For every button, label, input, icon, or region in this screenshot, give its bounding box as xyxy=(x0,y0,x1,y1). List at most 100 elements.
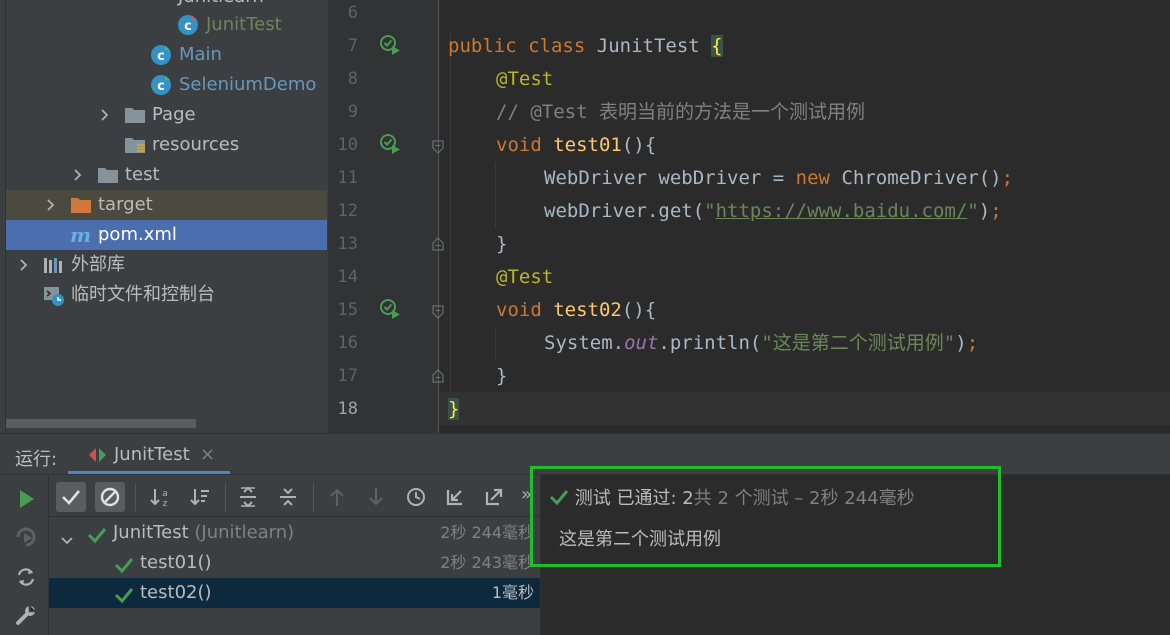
test-result-status: 测试 已通过: 2共 2 个测试 – 2秒 244毫秒 xyxy=(549,484,915,516)
toggle-auto-test-icon[interactable] xyxy=(14,565,38,589)
run-test-icon[interactable] xyxy=(379,298,401,320)
tree-item-target[interactable]: target xyxy=(6,190,327,220)
line-number: 11 xyxy=(337,168,358,188)
sort-alphabetically-icon[interactable]: az xyxy=(145,482,175,512)
tree-item-label: Main xyxy=(179,44,222,65)
test-row-test01[interactable]: test01() 2秒 243毫秒 xyxy=(49,548,540,578)
test-duration: 2秒 243毫秒 xyxy=(440,553,534,572)
rerun-failed-icon[interactable] xyxy=(14,525,38,549)
tree-item-label: Page xyxy=(152,104,196,125)
tree-item-external-libraries[interactable]: 外部库 xyxy=(6,250,327,280)
svg-text:c: c xyxy=(157,49,165,64)
test-duration: 1毫秒 xyxy=(491,583,534,602)
show-ignored-button[interactable] xyxy=(95,482,125,512)
show-passed-button[interactable] xyxy=(56,482,86,512)
expand-all-icon[interactable] xyxy=(233,482,263,512)
excluded-folder-icon xyxy=(70,195,91,215)
test-history-icon[interactable] xyxy=(401,482,431,512)
maven-icon: m xyxy=(70,223,92,247)
folder-icon xyxy=(124,105,145,125)
tree-item-pom-xml[interactable]: m pom.xml xyxy=(6,220,327,250)
run-side-toolbar xyxy=(0,475,49,635)
test-results-tree: JunitTest (Junitlearn) 2秒 244毫秒 test01()… xyxy=(49,518,540,635)
test-name: test02() xyxy=(140,582,212,603)
toolbar-separator xyxy=(225,483,226,511)
tree-item-label: 临时文件和控制台 xyxy=(71,284,215,305)
chevron-right-icon[interactable] xyxy=(18,259,30,271)
toolbar-separator xyxy=(135,483,136,511)
line-number: 12 xyxy=(337,201,358,221)
run-test-icon[interactable] xyxy=(379,133,401,155)
tree-item-label: 外部库 xyxy=(71,254,125,275)
run-config-icon xyxy=(88,447,108,467)
code-line-9: // @Test 表明当前的方法是一个测试用例 xyxy=(496,101,865,123)
arrow-down-icon[interactable] xyxy=(361,482,391,512)
chevron-right-icon[interactable] xyxy=(99,109,111,121)
export-tests-icon[interactable] xyxy=(479,482,509,512)
line-number: 7 xyxy=(347,36,358,56)
scratches-icon xyxy=(43,285,64,306)
fold-marker-icon[interactable] xyxy=(432,139,444,154)
line-number-current: 18 xyxy=(337,399,358,419)
rerun-icon[interactable] xyxy=(14,487,38,511)
line-number: 13 xyxy=(337,234,358,254)
fold-marker-icon[interactable] xyxy=(432,236,444,251)
fold-marker-icon[interactable] xyxy=(432,368,444,383)
chevron-right-icon[interactable] xyxy=(72,169,84,181)
test-row-suite[interactable]: JunitTest (Junitlearn) 2秒 244毫秒 xyxy=(49,518,540,548)
run-tab-junittest[interactable]: JunitTest × xyxy=(68,434,230,474)
more-toolbar-icon[interactable]: » xyxy=(521,484,532,505)
tree-item-label: SeleniumDemo xyxy=(179,74,317,95)
run-label: 运行: xyxy=(15,449,58,470)
collapse-all-icon[interactable] xyxy=(273,482,303,512)
code-line-18: } xyxy=(448,398,460,420)
tree-item-resources[interactable]: resources xyxy=(6,130,327,160)
test-class-icon: c xyxy=(178,15,198,35)
tree-item-label: JunitTest xyxy=(206,14,282,35)
indent-guide xyxy=(450,30,451,392)
run-tool-window: 运行: JunitTest × az » JunitTest (Junitlea… xyxy=(0,433,1170,635)
toolbar-separator xyxy=(313,483,314,511)
code-editor[interactable]: 6 7 8 9 10 11 12 13 14 15 16 17 18 publi… xyxy=(328,0,1170,433)
tree-item-page[interactable]: Page xyxy=(6,100,327,130)
tree-item-label: test xyxy=(125,164,160,185)
folder-icon xyxy=(97,165,118,185)
tree-item-seleniumdemo[interactable]: c SeleniumDemo xyxy=(6,70,327,100)
fold-marker-icon[interactable] xyxy=(432,304,444,319)
chevron-right-icon[interactable] xyxy=(45,199,57,211)
url-link[interactable]: https://www.baidu.com/ xyxy=(716,200,968,222)
indent-guide xyxy=(495,162,496,228)
run-test-icon[interactable] xyxy=(379,34,401,56)
run-tab-label: JunitTest xyxy=(114,444,190,465)
import-tests-icon[interactable] xyxy=(440,482,470,512)
indent-guide xyxy=(495,327,496,360)
tree-item-junittest[interactable]: c JunitTest xyxy=(6,10,327,40)
code-line-16: System.out.println("这是第二个测试用例"); xyxy=(544,332,979,354)
code-line-13: } xyxy=(496,233,508,255)
arrow-up-icon[interactable] xyxy=(322,482,352,512)
test-passed-icon xyxy=(549,486,569,516)
close-icon[interactable]: × xyxy=(200,444,215,465)
test-row-test02[interactable]: test02() 1毫秒 xyxy=(49,578,540,608)
tree-item-main[interactable]: c Main xyxy=(6,40,327,70)
code-line-10: void test01(){ xyxy=(496,134,657,156)
test-duration: 2秒 244毫秒 xyxy=(440,523,534,542)
line-number: 8 xyxy=(347,69,358,89)
sort-by-duration-icon[interactable] xyxy=(185,482,215,512)
tree-item-label: target xyxy=(98,194,153,215)
tree-item-test[interactable]: test xyxy=(6,160,327,190)
tree-item-label: pom.xml xyxy=(98,224,177,245)
wrench-icon[interactable] xyxy=(14,603,38,627)
test-runner-toolbar: az » xyxy=(49,475,540,517)
horizontal-scrollbar[interactable] xyxy=(6,419,196,428)
test-console[interactable]: 测试 已通过: 2共 2 个测试 – 2秒 244毫秒 这是第二个测试用例 xyxy=(541,475,1170,635)
code-line-17: } xyxy=(496,365,508,387)
line-number: 16 xyxy=(337,333,358,353)
code-line-12: webDriver.get("https://www.baidu.com/"); xyxy=(544,200,1002,222)
line-number: 9 xyxy=(347,102,358,122)
tree-item-scratches[interactable]: 临时文件和控制台 xyxy=(6,280,327,310)
code-line-7: public class JunitTest { xyxy=(448,35,723,57)
test-name: test01() xyxy=(140,552,212,573)
code-line-8: @Test xyxy=(496,68,554,90)
test-passed-icon xyxy=(114,584,134,614)
